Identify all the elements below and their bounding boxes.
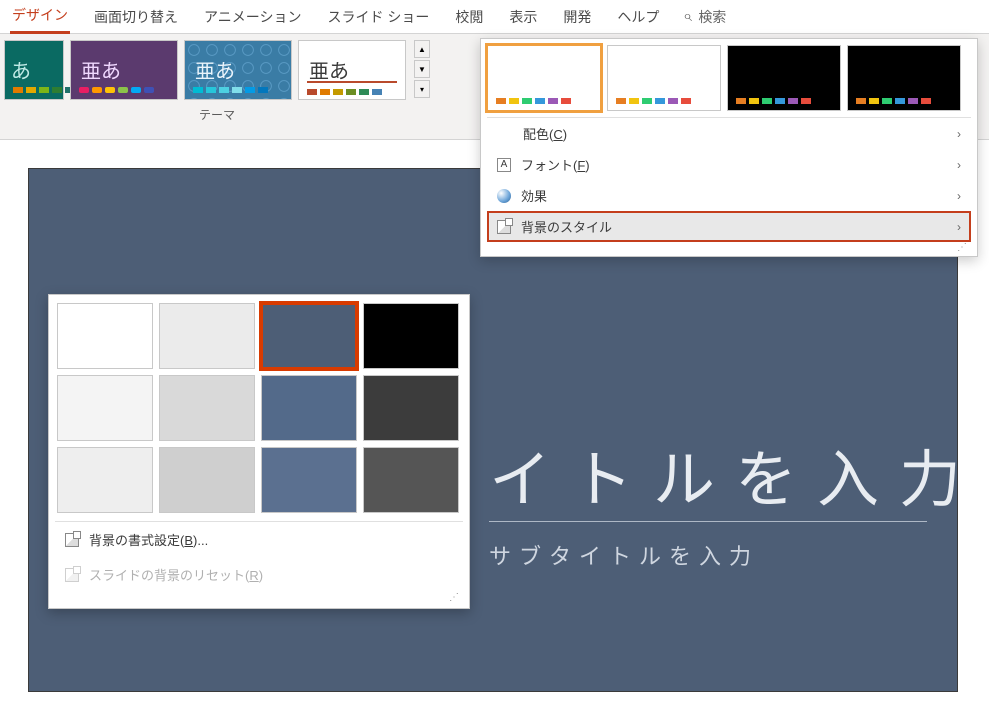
menu-fonts[interactable]: A フォント(F) › [487, 149, 971, 180]
subtitle-placeholder[interactable]: サブタイトルを入力 [489, 539, 759, 571]
menu-bgstyles-label: 背景のスタイル [521, 217, 612, 236]
theme-color-chips [79, 87, 154, 93]
theme-color-chips [307, 89, 382, 95]
theme-thumbnail[interactable]: 亜あ [298, 40, 406, 100]
theme-thumbnail[interactable]: あ [4, 40, 64, 100]
background-style-swatch[interactable] [261, 375, 357, 441]
format-background-icon [65, 533, 79, 547]
menu-effects[interactable]: 効果 › [487, 180, 971, 211]
background-style-swatch[interactable] [57, 303, 153, 369]
effects-icon [497, 189, 511, 203]
themes-gallery-spinner: ▲ ▼ ▾ [414, 40, 430, 98]
theme-sample-text: 亜あ [195, 55, 235, 84]
background-flyout-menu: 背景の書式設定(B)... スライドの背景のリセット(R) [55, 521, 463, 592]
colors-icon [497, 126, 513, 142]
search-placeholder: 検索 [698, 7, 726, 27]
theme-sample-text: 亜あ [309, 55, 349, 84]
menu-fonts-label: フォント(F) [521, 155, 590, 174]
menu-reset-background-label: スライドの背景のリセット(R) [89, 565, 263, 584]
menu-effects-label: 効果 [521, 186, 547, 205]
background-styles-icon [497, 220, 511, 234]
menu-reset-background: スライドの背景のリセット(R) [55, 557, 463, 592]
background-style-swatch[interactable] [261, 303, 357, 369]
background-styles-flyout: 背景の書式設定(B)... スライドの背景のリセット(R) ⋰ [48, 294, 470, 609]
search-box[interactable]: 検索 [683, 7, 726, 27]
background-style-swatch[interactable] [261, 447, 357, 513]
variant-thumbnail[interactable] [487, 45, 601, 111]
title-underline [489, 521, 927, 522]
menu-format-background-label: 背景の書式設定(B)... [89, 530, 208, 549]
panel-resize-grip[interactable]: ⋰ [55, 592, 463, 602]
background-style-swatch[interactable] [159, 375, 255, 441]
fonts-icon: A [497, 158, 511, 172]
theme-thumbnail[interactable]: 亜あ [70, 40, 178, 100]
background-style-swatch[interactable] [57, 375, 153, 441]
reset-background-icon [65, 568, 79, 582]
menu-format-background[interactable]: 背景の書式設定(B)... [55, 522, 463, 557]
tab-animations[interactable]: アニメーション [202, 1, 303, 33]
variant-thumbnail[interactable] [607, 45, 721, 111]
themes-group-label: テーマ [199, 106, 235, 123]
tab-slideshow[interactable]: スライド ショー [325, 1, 431, 33]
variant-thumbnail[interactable] [847, 45, 961, 111]
gallery-up-button[interactable]: ▲ [414, 40, 430, 58]
theme-sample-text: 亜あ [81, 55, 121, 84]
search-icon [683, 8, 692, 26]
tab-help[interactable]: ヘルプ [615, 1, 661, 33]
theme-color-chips [193, 87, 268, 93]
background-style-swatch[interactable] [363, 303, 459, 369]
background-style-swatch[interactable] [363, 447, 459, 513]
variant-thumbnail[interactable] [727, 45, 841, 111]
chevron-right-icon: › [957, 189, 961, 203]
gallery-down-button[interactable]: ▼ [414, 60, 430, 78]
background-style-swatch[interactable] [57, 447, 153, 513]
tab-transitions[interactable]: 画面切り替え [92, 1, 180, 33]
tab-review[interactable]: 校閲 [453, 1, 485, 33]
gallery-more-button[interactable]: ▾ [414, 80, 430, 98]
tab-view[interactable]: 表示 [507, 1, 539, 33]
variants-dropdown-panel: 配色(C) › A フォント(F) › 効果 › 背景のスタイル › ⋰ [480, 38, 978, 257]
title-placeholder[interactable]: イトルを入力 [489, 429, 981, 519]
menu-colors[interactable]: 配色(C) › [487, 118, 971, 149]
variants-grid [487, 45, 971, 111]
background-style-swatch[interactable] [159, 447, 255, 513]
tab-developer[interactable]: 開発 [561, 1, 593, 33]
background-styles-grid [55, 301, 463, 515]
theme-sample-text: あ [11, 55, 31, 84]
chevron-right-icon: › [957, 158, 961, 172]
menu-colors-label: 配色(C) [523, 124, 567, 143]
background-style-swatch[interactable] [159, 303, 255, 369]
background-style-swatch[interactable] [363, 375, 459, 441]
tab-design[interactable]: デザイン [10, 0, 70, 34]
chevron-right-icon: › [957, 127, 961, 141]
menu-background-styles[interactable]: 背景のスタイル › [487, 211, 971, 242]
chevron-right-icon: › [957, 220, 961, 234]
themes-group: あ 亜あ 亜あ 亜あ ▲ ▼ ▾ テーマ [0, 34, 434, 139]
theme-thumbnail[interactable]: 亜あ [184, 40, 292, 100]
variants-submenu: 配色(C) › A フォント(F) › 効果 › 背景のスタイル › [487, 117, 971, 242]
ribbon-tabs: デザイン 画面切り替え アニメーション スライド ショー 校閲 表示 開発 ヘル… [0, 0, 989, 34]
panel-resize-grip[interactable]: ⋰ [487, 242, 971, 252]
